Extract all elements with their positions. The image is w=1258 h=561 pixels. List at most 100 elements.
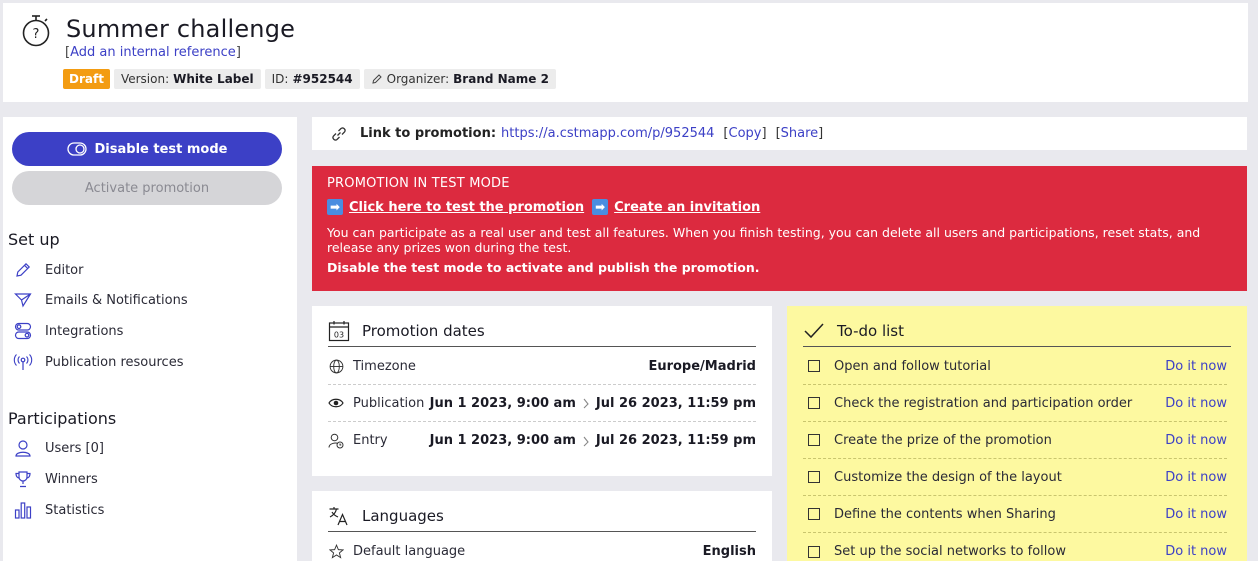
nav-item-label: Statistics <box>45 502 105 518</box>
share-link[interactable]: Share <box>781 126 819 141</box>
nav-item-publication-resources[interactable]: Publication resources <box>12 351 183 373</box>
todo-item-label: Create the prize of the promotion <box>834 432 1052 448</box>
todo-checkbox[interactable] <box>808 397 820 409</box>
test-mode-alert: PROMOTION IN TEST MODE ➡ Click here to t… <box>312 166 1247 291</box>
badge-row: Draft Version: White Label ID: #952544 O… <box>63 69 556 89</box>
do-it-now-link[interactable]: Do it now <box>1165 470 1227 485</box>
do-it-now-link[interactable]: Do it now <box>1165 544 1227 559</box>
card-header: To-do list <box>803 316 1231 347</box>
languages-card: Languages Default language English <box>312 491 772 561</box>
todo-item: Define the contents when Sharing Do it n… <box>803 496 1227 533</box>
todo-checkbox[interactable] <box>808 545 820 558</box>
nav-item-statistics[interactable]: Statistics <box>12 499 104 521</box>
link-label: Link to promotion: <box>360 126 497 141</box>
user-icon <box>12 438 34 458</box>
nav-item-emails-notifications[interactable]: Emails & Notifications <box>12 289 188 311</box>
todo-item: Check the registration and participation… <box>803 385 1227 422</box>
publication-range: Jun 1 2023, 9:00 am Jul 26 2023, 11:59 p… <box>430 396 756 411</box>
id-label: ID: <box>271 72 289 86</box>
eye-icon <box>328 395 344 411</box>
card-title: Languages <box>362 507 444 525</box>
todo-item: Set up the social networks to follow Do … <box>803 533 1227 561</box>
arrow-right-icon: ➡ <box>592 199 609 215</box>
entry-row: Entry Jun 1 2023, 9:00 am Jul 26 2023, 1… <box>328 422 756 459</box>
card-title: Promotion dates <box>362 322 485 340</box>
broadcast-icon <box>12 352 34 372</box>
default-language-row: Default language English <box>328 533 756 561</box>
todo-item: Open and follow tutorial Do it now <box>803 348 1227 385</box>
entry-range: Jun 1 2023, 9:00 am Jul 26 2023, 11:59 p… <box>430 433 756 448</box>
toggle-icon <box>66 142 87 156</box>
nav-item-label: Publication resources <box>45 354 184 370</box>
share-bracket: [Share] <box>775 126 824 141</box>
nav-item-users[interactable]: Users [0] <box>12 437 104 459</box>
disable-test-mode-button[interactable]: Disable test mode <box>12 132 282 166</box>
todo-item-label: Customize the design of the layout <box>834 469 1062 485</box>
publication-label: Publication <box>353 395 425 411</box>
create-invitation-link[interactable]: Create an invitation <box>614 200 760 215</box>
publication-end: Jul 26 2023, 11:59 pm <box>595 395 756 411</box>
globe-icon <box>328 358 344 374</box>
organizer-value: Brand Name 2 <box>453 72 549 86</box>
promotion-url-link[interactable]: https://a.cstmapp.com/p/952544 <box>501 126 714 141</box>
sidebar: Disable test mode Activate promotion Set… <box>3 117 297 561</box>
add-internal-reference-link[interactable]: Add an internal reference <box>70 45 236 60</box>
ref-bracket-close: ] <box>235 45 241 60</box>
activate-promotion-label: Activate promotion <box>84 180 210 196</box>
paper-plane-icon <box>12 290 34 310</box>
translate-icon <box>328 505 350 527</box>
promotion-dates-card: 03 Promotion dates Timezone Europe/Madri… <box>312 306 772 476</box>
pencil-icon <box>12 260 34 280</box>
version-badge: Version: White Label <box>113 69 261 89</box>
timezone-label: Timezone <box>353 358 416 374</box>
svg-text:?: ? <box>33 27 40 42</box>
todo-checkbox[interactable] <box>808 471 820 483</box>
do-it-now-link[interactable]: Do it now <box>1165 359 1227 374</box>
trophy-icon <box>12 469 34 489</box>
timezone-value: Europe/Madrid <box>648 358 756 374</box>
copy-link[interactable]: Copy <box>729 126 762 141</box>
id-value: #952544 <box>292 72 353 86</box>
entry-end: Jul 26 2023, 11:59 pm <box>595 433 756 448</box>
do-it-now-link[interactable]: Do it now <box>1165 396 1227 411</box>
user-clock-icon <box>328 433 344 449</box>
nav-item-integrations[interactable]: Integrations <box>12 320 123 342</box>
card-title: To-do list <box>837 322 904 340</box>
todo-item-label: Set up the social networks to follow <box>834 544 1066 559</box>
calendar-day: 03 <box>334 331 344 340</box>
todo-checkbox[interactable] <box>808 360 820 372</box>
test-promotion-link[interactable]: Click here to test the promotion <box>349 200 584 215</box>
promotion-link-bar: Link to promotion: https://a.cstmapp.com… <box>312 117 1247 150</box>
card-header: 03 Promotion dates <box>328 316 756 347</box>
copy-bracket: [Copy] <box>723 126 767 141</box>
todo-checkbox[interactable] <box>808 508 820 520</box>
nav-item-editor[interactable]: Editor <box>12 259 83 281</box>
nav-item-label: Editor <box>45 262 84 278</box>
alert-links: ➡ Click here to test the promotion ➡ Cre… <box>327 199 1232 215</box>
organizer-label: Organizer: <box>386 72 450 86</box>
todo-item-label: Define the contents when Sharing <box>834 506 1056 522</box>
stopwatch-icon: ? <box>22 15 50 47</box>
nav-item-winners[interactable]: Winners <box>12 468 98 490</box>
do-it-now-link[interactable]: Do it now <box>1165 507 1227 522</box>
todo-list-card: To-do list Open and follow tutorial Do i… <box>787 306 1247 561</box>
entry-label: Entry <box>353 433 388 448</box>
status-badge: Draft <box>63 69 110 89</box>
id-badge: ID: #952544 <box>264 69 360 89</box>
todo-checkbox[interactable] <box>808 434 820 446</box>
todo-item-label: Check the registration and participation… <box>834 395 1133 411</box>
publication-start: Jun 1 2023, 9:00 am <box>429 395 576 411</box>
chevron-right-icon <box>583 436 589 446</box>
timezone-row: Timezone Europe/Madrid <box>328 348 756 385</box>
do-it-now-link[interactable]: Do it now <box>1165 433 1227 448</box>
card-header: Languages <box>328 501 756 532</box>
organizer-badge[interactable]: Organizer: Brand Name 2 <box>363 69 556 89</box>
calendar-icon: 03 <box>328 320 350 342</box>
checkmark-icon <box>803 320 825 342</box>
version-value: White Label <box>173 72 254 86</box>
nav-item-label: Integrations <box>45 323 124 339</box>
participations-section-title: Participations <box>8 409 117 428</box>
activate-promotion-button[interactable]: Activate promotion <box>12 171 282 205</box>
alert-title: PROMOTION IN TEST MODE <box>327 176 510 191</box>
version-label: Version: <box>120 72 170 86</box>
